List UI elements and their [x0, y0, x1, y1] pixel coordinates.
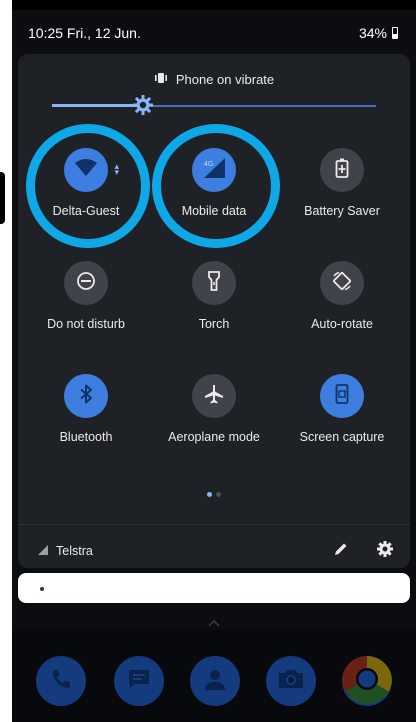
dock-camera[interactable]: [266, 656, 316, 706]
slider-fill: [52, 104, 143, 107]
tile-do-not-disturb[interactable]: Do not disturb: [22, 261, 150, 331]
dock-phone[interactable]: [36, 656, 86, 706]
tile-auto-rotate[interactable]: Auto-rotate: [278, 261, 406, 331]
dock-chrome[interactable]: [342, 656, 392, 706]
vibrate-icon: [154, 72, 168, 87]
do-not-disturb-icon: [76, 271, 96, 296]
tile-aeroplane-mode[interactable]: Aeroplane mode: [150, 374, 278, 444]
carrier-info: Telstra: [38, 544, 93, 558]
tile-screen-capture[interactable]: Screen capture: [278, 374, 406, 444]
battery-status: 34%: [359, 25, 398, 41]
edit-button[interactable]: [330, 540, 352, 562]
tile-screen-capture-label: Screen capture: [299, 430, 385, 444]
dock-messages[interactable]: [114, 656, 164, 706]
auto-rotate-icon: [331, 270, 353, 297]
tile-battery-saver-label: Battery Saver: [304, 204, 380, 218]
tile-mobile-data-circle: 4G: [192, 148, 236, 192]
tile-torch-label: Torch: [198, 317, 230, 331]
aeroplane-icon: [204, 384, 224, 409]
phone-icon: [49, 667, 73, 696]
tile-wifi-circle: ▴ ▾: [64, 148, 119, 192]
battery-percent: 34%: [358, 25, 387, 41]
bluetooth-icon: [79, 384, 93, 409]
chrome-icon: [342, 656, 392, 706]
tile-bluetooth-label: Bluetooth: [59, 430, 113, 444]
footer-divider: [18, 524, 410, 525]
quick-settings-panel: Phone on vibrate ▴ ▾ Delta-Guest 4G Mobi…: [18, 54, 410, 568]
screen-capture-icon: [335, 383, 349, 409]
page-dot: [216, 492, 221, 497]
signal-icon: [38, 544, 48, 558]
page-dot-active: [207, 492, 212, 497]
tile-aeroplane-circle: [192, 374, 236, 418]
tile-bluetooth[interactable]: Bluetooth: [22, 374, 150, 444]
tile-aeroplane-label: Aeroplane mode: [168, 430, 260, 444]
mobile-data-icon: 4G: [201, 157, 227, 184]
battery-icon: [392, 27, 398, 39]
wifi-activity-icon: ▴ ▾: [114, 161, 119, 177]
brightness-thumb-icon[interactable]: [132, 95, 153, 115]
carrier-label: Telstra: [56, 544, 93, 558]
wifi-icon: [74, 158, 98, 183]
pencil-icon: [334, 542, 348, 561]
brightness-slider[interactable]: [52, 95, 376, 115]
status-time-date: 10:25 Fri., 12 Jun.: [28, 25, 141, 41]
torch-icon: [207, 270, 221, 296]
frame-notch: [0, 172, 5, 224]
notification-dot: [40, 587, 44, 591]
tile-dnd-circle: [64, 261, 108, 305]
tile-wifi-label: Delta-Guest: [52, 204, 120, 218]
tile-auto-rotate-label: Auto-rotate: [311, 317, 373, 331]
tile-battery-saver[interactable]: Battery Saver: [278, 148, 406, 218]
tile-wifi[interactable]: ▴ ▾ Delta-Guest: [22, 148, 150, 218]
tile-dnd-label: Do not disturb: [47, 317, 125, 331]
settings-button[interactable]: [374, 540, 396, 562]
tile-auto-rotate-circle: [320, 261, 364, 305]
mobile-data-badge: 4G: [204, 161, 213, 168]
chevron-up-icon[interactable]: [208, 614, 220, 632]
contacts-icon: [202, 666, 228, 697]
tile-mobile-data-label: Mobile data: [181, 204, 247, 218]
tile-bluetooth-circle: [64, 374, 108, 418]
page-indicator: [18, 492, 410, 497]
sound-mode-label: Phone on vibrate: [175, 72, 275, 87]
camera-icon: [277, 667, 305, 696]
tile-battery-saver-circle: [320, 148, 364, 192]
messages-icon: [126, 667, 152, 696]
tile-torch-circle: [192, 261, 236, 305]
battery-saver-icon: [335, 158, 349, 183]
device-frame-edge: [0, 0, 12, 722]
gear-icon: [377, 540, 393, 562]
tile-screen-capture-circle: [320, 374, 364, 418]
tile-torch[interactable]: Torch: [150, 261, 278, 331]
sound-mode-row[interactable]: Phone on vibrate: [18, 72, 410, 87]
status-bar: 10:25 Fri., 12 Jun. 34%: [12, 10, 416, 52]
tile-mobile-data[interactable]: 4G Mobile data: [150, 148, 278, 218]
dock-contacts[interactable]: [190, 656, 240, 706]
notification-card[interactable]: [18, 573, 410, 603]
phone-screen: 10:25 Fri., 12 Jun. 34% Phone on vibrate: [12, 10, 416, 722]
